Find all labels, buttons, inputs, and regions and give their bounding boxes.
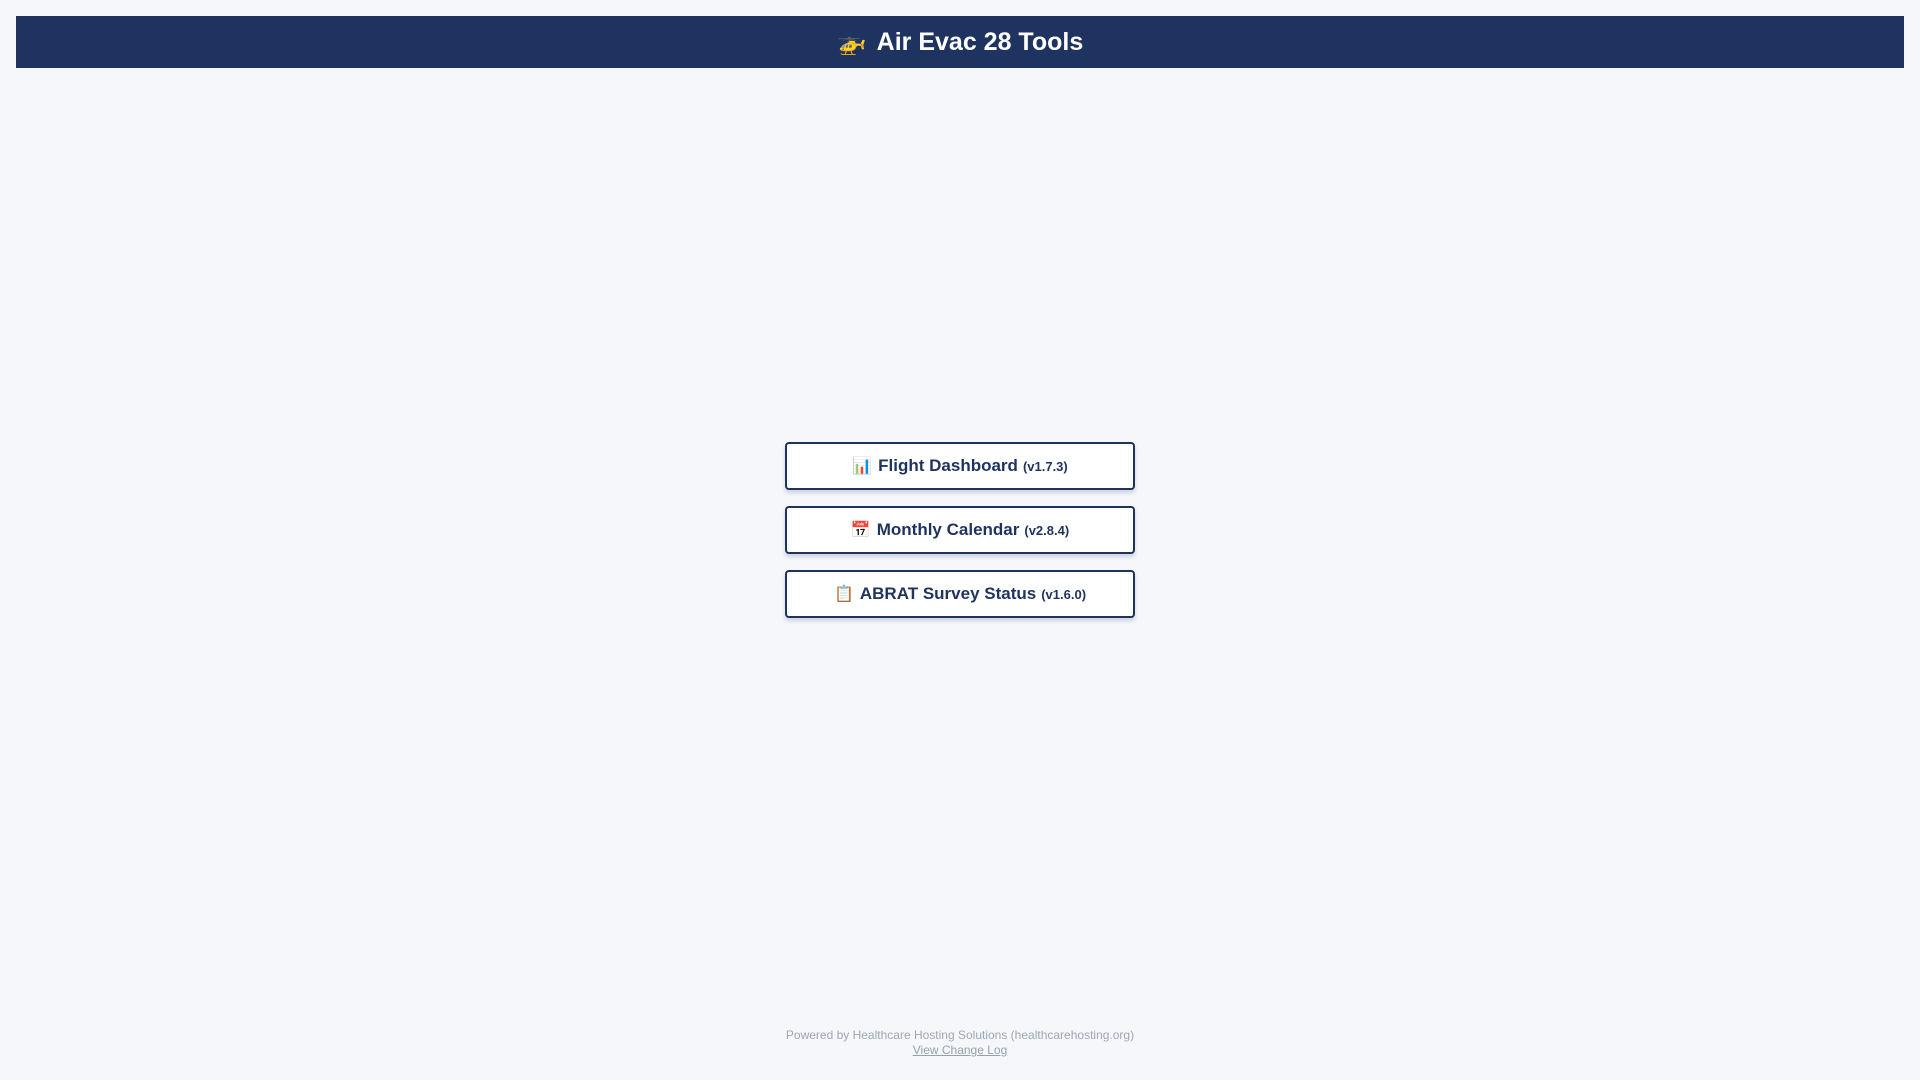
bar-chart-icon: 📊 — [852, 458, 873, 475]
abrat-survey-status-version: (v1.6.0) — [1041, 586, 1087, 602]
flight-dashboard-label: Flight Dashboard — [878, 456, 1018, 475]
powered-by-text: Powered by Healthcare Hosting Solutions … — [785, 1028, 1135, 1042]
clipboard-icon: 📋 — [833, 586, 854, 603]
flight-dashboard-button[interactable]: 📊 Flight Dashboard (v1.7.3) — [785, 442, 1135, 490]
app-header: 🚁 Air Evac 28 Tools — [16, 16, 1904, 68]
view-change-log-link[interactable]: View Change Log — [913, 1043, 1008, 1057]
monthly-calendar-version: (v2.8.4) — [1024, 522, 1070, 538]
monthly-calendar-label: Monthly Calendar — [876, 520, 1020, 539]
footer: Powered by Healthcare Hosting Solutions … — [0, 1028, 1920, 1058]
abrat-survey-status-button[interactable]: 📋 ABRAT Survey Status (v1.6.0) — [785, 570, 1135, 618]
abrat-survey-status-label: ABRAT Survey Status — [859, 584, 1037, 603]
monthly-calendar-button[interactable]: 📅 Monthly Calendar (v2.8.4) — [785, 506, 1135, 554]
calendar-icon: 📅 — [850, 522, 871, 539]
flight-dashboard-version: (v1.7.3) — [1022, 458, 1068, 474]
page-title: Air Evac 28 Tools — [876, 27, 1084, 56]
tools-menu: 📊 Flight Dashboard (v1.7.3) 📅 Monthly Ca… — [785, 442, 1135, 618]
helicopter-icon: 🚁 — [836, 28, 867, 56]
